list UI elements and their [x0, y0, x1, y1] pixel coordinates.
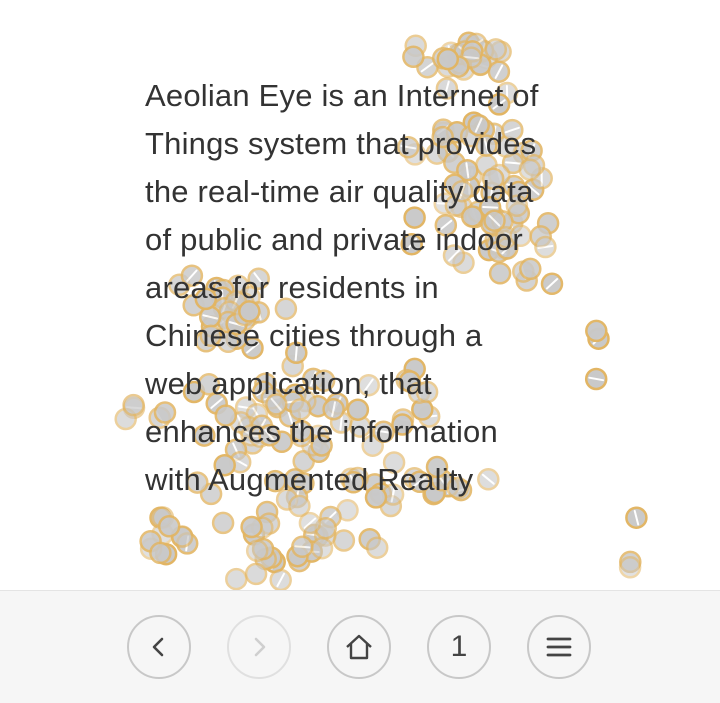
text-line: Chinese cities through a	[145, 318, 482, 353]
air-particle	[124, 395, 144, 415]
home-icon	[343, 631, 375, 663]
air-particle	[626, 508, 646, 528]
air-particle	[486, 39, 506, 59]
air-particle	[312, 538, 332, 558]
text-line: Things system that provides	[145, 126, 536, 161]
hamburger-menu-icon	[545, 633, 573, 661]
chevron-left-icon	[147, 635, 171, 659]
tabs-button[interactable]: 1	[427, 615, 491, 679]
text-line: areas for residents in	[145, 270, 439, 305]
air-particle	[150, 543, 170, 563]
web-content: Aeolian Eye is an Internet of Things sys…	[0, 0, 720, 590]
back-button[interactable]	[127, 615, 191, 679]
air-particle	[242, 517, 262, 537]
text-line: enhances the information	[145, 414, 498, 449]
text-line: web application, that	[145, 366, 432, 401]
air-particle	[620, 557, 640, 577]
browser-toolbar: 1	[0, 590, 720, 703]
air-particle	[247, 541, 267, 561]
intro-paragraph: Aeolian Eye is an Internet of Things sys…	[145, 72, 585, 504]
air-particle	[271, 570, 291, 590]
text-line: the real-time air quality data	[145, 174, 534, 209]
air-particle	[586, 369, 606, 389]
air-particle	[292, 537, 312, 557]
text-line: Aeolian Eye is an Internet of	[145, 78, 539, 113]
air-particle	[226, 569, 246, 589]
air-particle	[586, 321, 606, 341]
tab-count: 1	[451, 630, 468, 664]
air-particle	[367, 538, 387, 558]
forward-button[interactable]	[227, 615, 291, 679]
air-particle	[438, 49, 458, 69]
air-particle	[213, 513, 233, 533]
air-particle	[334, 531, 354, 551]
air-particle	[159, 516, 179, 536]
text-line: with Augmented Reality	[145, 462, 473, 497]
menu-button[interactable]	[527, 615, 591, 679]
air-particle	[403, 47, 423, 67]
chevron-right-icon	[247, 635, 271, 659]
text-line: of public and private indoor	[145, 222, 523, 257]
home-button[interactable]	[327, 615, 391, 679]
air-particle	[246, 564, 266, 584]
